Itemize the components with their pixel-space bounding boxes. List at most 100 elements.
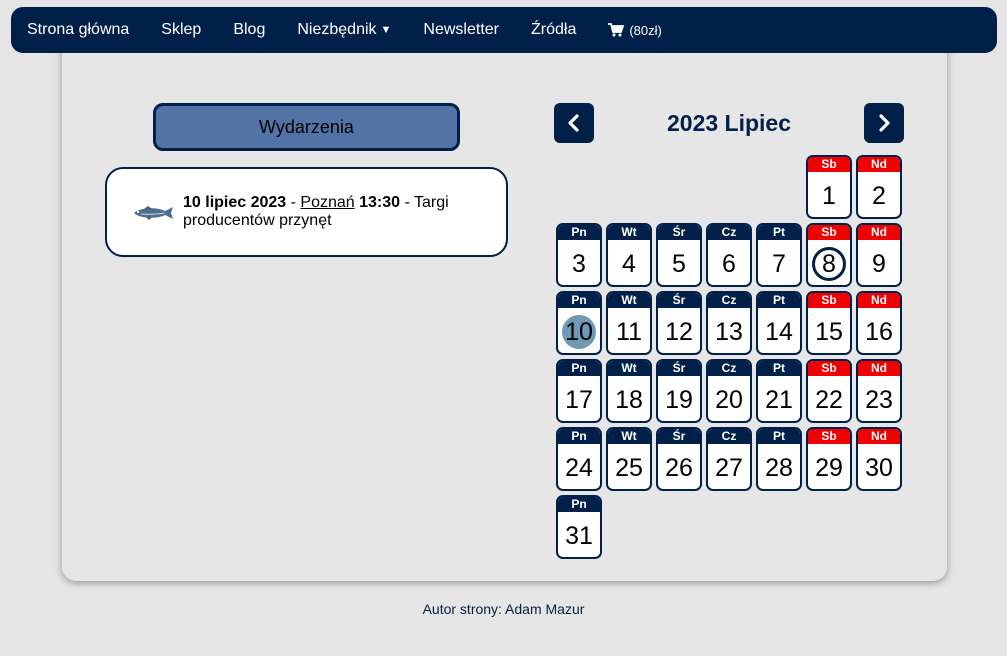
calendar-day-29[interactable]: Sb 29 xyxy=(806,427,852,491)
nav-home-label: Strona główna xyxy=(27,21,130,38)
nav-sources[interactable]: Źródła xyxy=(531,21,576,39)
day-number: 2 xyxy=(858,174,900,217)
calendar-day-9[interactable]: Nd 9 xyxy=(856,223,902,287)
weekday-label: Pt xyxy=(758,293,800,308)
day-number: 22 xyxy=(808,378,850,421)
nav-sources-label: Źródła xyxy=(530,21,577,38)
calendar-day-16[interactable]: Nd 16 xyxy=(856,291,902,355)
day-number-value: 31 xyxy=(565,521,593,550)
day-number: 31 xyxy=(558,514,600,557)
calendar-day-26[interactable]: Śr 26 xyxy=(656,427,702,491)
day-number-value: 20 xyxy=(715,385,743,414)
calendar-day-6[interactable]: Cz 6 xyxy=(706,223,752,287)
day-number: 10 xyxy=(558,310,600,353)
calendar-day-25[interactable]: Wt 25 xyxy=(606,427,652,491)
event-separator: - xyxy=(286,194,301,211)
day-number: 24 xyxy=(558,446,600,489)
nav-essentials[interactable]: Niezbędnik ▼ xyxy=(297,21,391,39)
nav-blog-label: Blog xyxy=(233,21,266,38)
day-number-value: 15 xyxy=(815,317,843,346)
day-number-value: 13 xyxy=(715,317,743,346)
day-number-value: 10 xyxy=(562,315,596,349)
calendar-day-2[interactable]: Nd 2 xyxy=(856,155,902,219)
calendar-day-21[interactable]: Pt 21 xyxy=(756,359,802,423)
calendar-next-button[interactable] xyxy=(864,103,904,143)
calendar-day-17[interactable]: Pn 17 xyxy=(556,359,602,423)
day-number: 23 xyxy=(858,378,900,421)
calendar-day-24[interactable]: Pn 24 xyxy=(556,427,602,491)
nav-newsletter[interactable]: Newsletter xyxy=(423,21,499,39)
day-number: 17 xyxy=(558,378,600,421)
weekday-label: Nd xyxy=(858,361,900,376)
day-number: 5 xyxy=(658,242,700,285)
day-number-value: 21 xyxy=(765,385,793,414)
nav-shop[interactable]: Sklep xyxy=(161,21,201,39)
calendar-day-12[interactable]: Śr 12 xyxy=(656,291,702,355)
events-button[interactable]: Wydarzenia xyxy=(153,103,460,151)
day-number-value: 29 xyxy=(815,453,843,482)
calendar-day-18[interactable]: Wt 18 xyxy=(606,359,652,423)
caret-down-icon: ▼ xyxy=(380,24,392,36)
event-city-link[interactable]: Poznań xyxy=(300,194,354,211)
calendar-day-11[interactable]: Wt 11 xyxy=(606,291,652,355)
calendar-day-10[interactable]: Pn 10 xyxy=(556,291,602,355)
day-number-value: 11 xyxy=(616,317,642,346)
weekday-label: Sb xyxy=(808,361,850,376)
weekday-label: Pn xyxy=(558,361,600,376)
day-number: 8 xyxy=(808,242,850,285)
calendar-day-15[interactable]: Sb 15 xyxy=(806,291,852,355)
day-number: 4 xyxy=(608,242,650,285)
calendar-day-22[interactable]: Sb 22 xyxy=(806,359,852,423)
calendar-day-5[interactable]: Śr 5 xyxy=(656,223,702,287)
weekday-label: Cz xyxy=(708,225,750,240)
calendar-day-8[interactable]: Sb 8 xyxy=(806,223,852,287)
nav-home[interactable]: Strona główna xyxy=(27,21,129,39)
weekday-label: Cz xyxy=(708,429,750,444)
calendar-day-27[interactable]: Cz 27 xyxy=(706,427,752,491)
calendar-day-3[interactable]: Pn 3 xyxy=(556,223,602,287)
weekday-label: Nd xyxy=(858,225,900,240)
day-number-value: 27 xyxy=(715,453,743,482)
day-number: 13 xyxy=(708,310,750,353)
day-number-value: 24 xyxy=(565,453,593,482)
nav-shop-label: Sklep xyxy=(161,21,202,38)
day-number: 29 xyxy=(808,446,850,489)
calendar-day-30[interactable]: Nd 30 xyxy=(856,427,902,491)
calendar-day-19[interactable]: Śr 19 xyxy=(656,359,702,423)
day-number-value: 14 xyxy=(765,317,793,346)
event-description: 10 lipiec 2023 - Poznań 13:30 - Targi pr… xyxy=(183,194,488,230)
event-date: 10 lipiec 2023 xyxy=(183,194,287,211)
day-number-value: 2 xyxy=(872,181,886,210)
calendar-day-7[interactable]: Pt 7 xyxy=(756,223,802,287)
day-number: 20 xyxy=(708,378,750,421)
weekday-label: Pt xyxy=(758,361,800,376)
calendar-day-1[interactable]: Sb 1 xyxy=(806,155,852,219)
calendar-day-13[interactable]: Cz 13 xyxy=(706,291,752,355)
calendar-day-23[interactable]: Nd 23 xyxy=(856,359,902,423)
weekday-label: Wt xyxy=(608,293,650,308)
weekday-label: Cz xyxy=(708,361,750,376)
calendar-day-4[interactable]: Wt 4 xyxy=(606,223,652,287)
day-number-value: 5 xyxy=(672,249,686,278)
day-number-value: 1 xyxy=(822,181,836,210)
footer-author: Autor strony: Adam Mazur xyxy=(422,601,585,617)
calendar-day-31[interactable]: Pn 31 xyxy=(556,495,602,559)
cart-link[interactable]: (80zł) xyxy=(608,23,662,38)
day-number-value: 28 xyxy=(765,453,793,482)
weekday-label: Sb xyxy=(808,225,850,240)
nav-blog[interactable]: Blog xyxy=(233,21,265,39)
weekday-label: Pt xyxy=(758,429,800,444)
calendar-day-28[interactable]: Pt 28 xyxy=(756,427,802,491)
event-card[interactable]: 10 lipiec 2023 - Poznań 13:30 - Targi pr… xyxy=(105,167,508,257)
weekday-label: Sb xyxy=(808,293,850,308)
day-number-value: 18 xyxy=(615,385,643,414)
calendar-day-20[interactable]: Cz 20 xyxy=(706,359,752,423)
day-number: 16 xyxy=(858,310,900,353)
calendar-prev-button[interactable] xyxy=(554,103,594,143)
day-number: 28 xyxy=(758,446,800,489)
day-number: 21 xyxy=(758,378,800,421)
weekday-label: Śr xyxy=(658,225,700,240)
day-number-value: 9 xyxy=(872,249,886,278)
weekday-label: Śr xyxy=(658,293,700,308)
calendar-day-14[interactable]: Pt 14 xyxy=(756,291,802,355)
